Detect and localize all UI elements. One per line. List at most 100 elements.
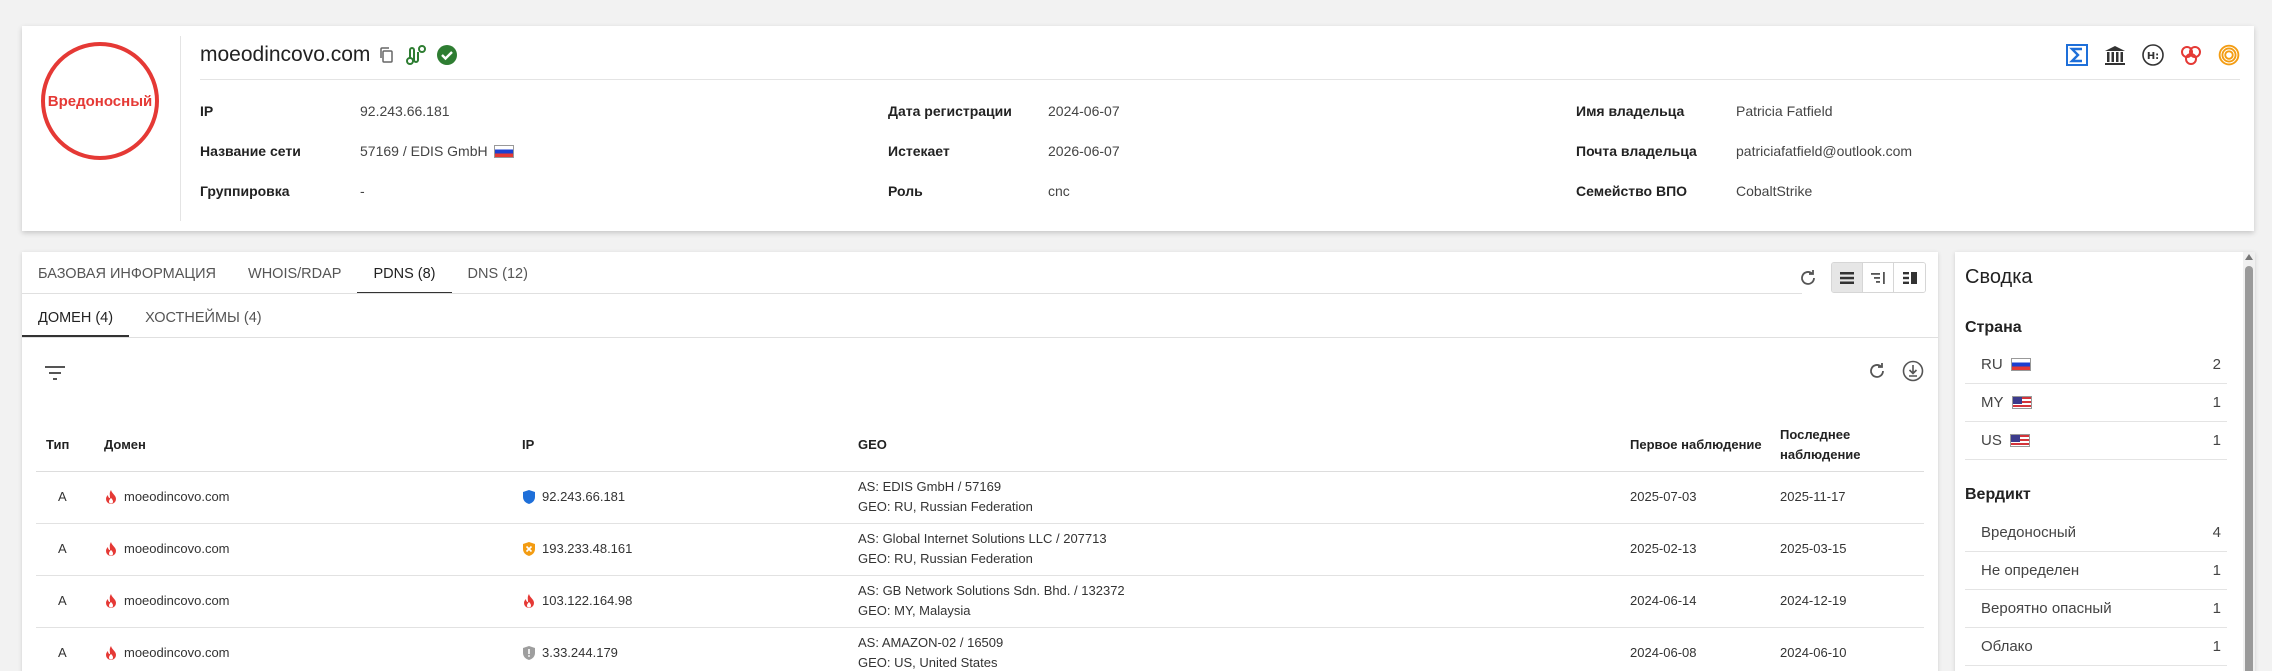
flame-icon <box>104 489 118 505</box>
biohazard-icon[interactable] <box>2176 40 2206 70</box>
flag-us-icon <box>2011 396 2032 409</box>
malware-family-value: CobaltStrike <box>1736 183 1813 199</box>
row-ip[interactable]: 103.122.164.98 <box>542 591 632 611</box>
row-ip-cell: 103.122.164.98 <box>518 575 854 628</box>
ip-value[interactable]: 92.243.66.181 <box>360 103 450 119</box>
row-domain-cell: moeodincovo.com <box>100 575 518 628</box>
col-geo[interactable]: GEO <box>854 419 1626 472</box>
col-last-seen[interactable]: Последнее наблюдение <box>1776 419 1924 472</box>
row-first-seen: 2025-02-13 <box>1626 523 1776 576</box>
flag-us-icon <box>2009 434 2030 447</box>
verdict-item[interactable]: Вредоносный 4 <box>1965 514 2227 552</box>
malware-family-row: Семейство ВПО CobaltStrike <box>1576 181 1812 201</box>
row-ip[interactable]: 92.243.66.181 <box>542 487 625 507</box>
row-geo-cell: AS: GB Network Solutions Sdn. Bhd. / 132… <box>854 575 1626 628</box>
route-icon[interactable] <box>404 44 428 66</box>
verdict-item[interactable]: Не определен 1 <box>1965 552 2227 590</box>
email-value: patriciafatfield@outlook.com <box>1736 143 1913 159</box>
table-row[interactable]: A moeodincovo.com 3.33.244.179 AS: AMAZO… <box>36 627 1924 671</box>
domain-title-row: moeodincovo.com <box>200 40 458 70</box>
row-domain[interactable]: moeodincovo.com <box>124 487 230 507</box>
view-split-button[interactable] <box>1894 263 1925 292</box>
expires-row: Истекает 2026-06-07 <box>888 141 1120 161</box>
ip-row: IP 92.243.66.181 <box>200 101 450 121</box>
row-domain[interactable]: moeodincovo.com <box>124 643 230 663</box>
he-logo-icon[interactable]: H: <box>2138 40 2168 70</box>
verdict-item-label: Облако <box>1981 638 2033 655</box>
row-type: A <box>36 575 100 628</box>
col-type[interactable]: Тип <box>36 419 100 472</box>
pdns-panel: БАЗОВАЯ ИНФОРМАЦИЯ WHOIS/RDAP PDNS (8) D… <box>22 252 1938 671</box>
row-domain[interactable]: moeodincovo.com <box>124 539 230 559</box>
row-domain[interactable]: moeodincovo.com <box>124 591 230 611</box>
email-row: Почта владельца patriciafatfield@outlook… <box>1576 141 1912 161</box>
flame-icon <box>104 645 118 661</box>
copy-icon[interactable] <box>378 46 396 64</box>
table-row[interactable]: A moeodincovo.com 193.233.48.161 AS: Glo… <box>36 523 1924 576</box>
table-row[interactable]: A moeodincovo.com 103.122.164.98 AS: GB … <box>36 575 1924 628</box>
role-row: Роль cnc <box>888 181 1070 201</box>
scroll-thumb[interactable] <box>2245 266 2253 671</box>
country-item[interactable]: US 1 <box>1965 422 2227 460</box>
institution-icon[interactable] <box>2100 40 2130 70</box>
view-compact-button[interactable] <box>1863 263 1894 292</box>
shield-blue-icon <box>522 489 536 505</box>
verified-check-icon <box>436 44 458 66</box>
view-mode-group <box>1831 262 1926 293</box>
row-geo-as: AS: GB Network Solutions Sdn. Bhd. / 132… <box>858 583 1125 598</box>
view-list-button[interactable] <box>1832 263 1863 292</box>
svg-text:H:: H: <box>2147 51 2159 62</box>
email-label: Почта владельца <box>1576 143 1697 159</box>
shield-gray-icon <box>522 645 536 661</box>
filter-icon[interactable] <box>42 360 68 386</box>
tab-pdns[interactable]: PDNS (8) <box>357 252 452 294</box>
country-item[interactable]: RU 2 <box>1965 346 2227 384</box>
tab-dns[interactable]: DNS (12) <box>452 252 544 294</box>
row-geo-cell: AS: Global Internet Solutions LLC / 2077… <box>854 523 1626 576</box>
table-row[interactable]: A moeodincovo.com 92.243.66.181 AS: EDIS… <box>36 471 1924 524</box>
col-first-seen[interactable]: Первое наблюдение <box>1626 419 1776 472</box>
row-ip-cell: 92.243.66.181 <box>518 471 854 524</box>
rings-icon[interactable] <box>2214 40 2244 70</box>
summary-panel: Сводка Страна RU 2 MY 1 US 1 Вердикт Вре… <box>1955 252 2255 671</box>
refresh-icon[interactable] <box>1795 265 1821 291</box>
verdict-item[interactable]: Облако 1 <box>1965 628 2227 666</box>
row-type: A <box>36 523 100 576</box>
network-value[interactable]: 57169 / EDIS GmbH <box>360 143 488 159</box>
download-icon[interactable] <box>1900 358 1926 384</box>
table-refresh-icon[interactable] <box>1864 358 1890 384</box>
verdict-item-label: Вредоносный <box>1981 524 2077 541</box>
row-domain-cell: moeodincovo.com <box>100 523 518 576</box>
country-count: 2 <box>2212 356 2221 373</box>
flame-icon <box>522 593 536 609</box>
verdict-item[interactable]: Вероятно опасный 1 <box>1965 590 2227 628</box>
row-ip[interactable]: 3.33.244.179 <box>542 643 618 663</box>
summary-scrollbar[interactable] <box>2243 252 2255 671</box>
row-first-seen: 2024-06-08 <box>1626 627 1776 671</box>
row-ip[interactable]: 193.233.48.161 <box>542 539 632 559</box>
verdict-label: Вредоносный <box>47 92 153 110</box>
sub-tabs: ДОМЕН (4) ХОСТНЕЙМЫ (4) <box>22 297 278 337</box>
country-item[interactable]: MY 1 <box>1965 384 2227 422</box>
scroll-up-arrow-icon[interactable] <box>2245 254 2253 260</box>
subtab-hostnames[interactable]: ХОСТНЕЙМЫ (4) <box>129 297 278 337</box>
row-first-seen: 2025-07-03 <box>1626 471 1776 524</box>
group-value: - <box>360 183 365 199</box>
tab-basic-info[interactable]: БАЗОВАЯ ИНФОРМАЦИЯ <box>22 252 232 294</box>
flame-icon <box>104 593 118 609</box>
row-last-seen: 2025-11-17 <box>1776 471 1924 524</box>
summary-title: Сводка <box>1965 266 2033 288</box>
flag-ru-icon <box>2010 358 2031 371</box>
col-ip[interactable]: IP <box>518 419 854 472</box>
col-domain[interactable]: Домен <box>100 419 518 472</box>
network-value-wrap: 57169 / EDIS GmbH <box>360 143 514 159</box>
flag-ru-icon <box>493 144 514 158</box>
verdict-item-count: 1 <box>2212 638 2221 655</box>
tab-whois[interactable]: WHOIS/RDAP <box>232 252 357 294</box>
sigma-icon[interactable] <box>2062 40 2092 70</box>
subtab-domain[interactable]: ДОМЕН (4) <box>22 297 130 337</box>
country-section-title: Страна <box>1965 319 2022 336</box>
verdict-item-label: Вероятно опасный <box>1981 600 2112 617</box>
flame-icon <box>104 541 118 557</box>
owner-label: Имя владельца <box>1576 103 1685 119</box>
